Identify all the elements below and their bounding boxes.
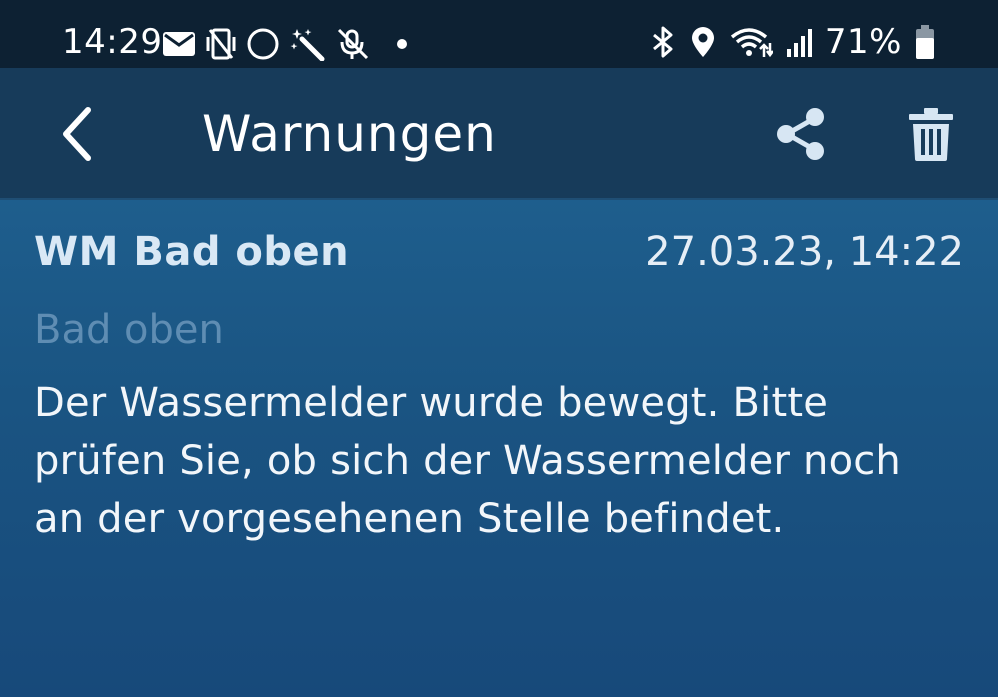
share-icon xyxy=(773,106,829,162)
wifi-icon xyxy=(729,25,773,59)
share-button[interactable] xyxy=(766,98,836,170)
circle-icon xyxy=(246,27,280,61)
warnings-list: WM Bad oben 27.03.23, 14:22 Bad oben Der… xyxy=(0,200,998,697)
warning-message: Der Wassermelder wurde bewegt. Bitte prü… xyxy=(34,380,901,542)
status-time: 14:29 xyxy=(62,22,163,62)
battery-icon xyxy=(914,24,936,60)
warning-room: Bad oben xyxy=(34,307,224,353)
bluetooth-icon xyxy=(649,25,677,59)
page-title: Warnungen xyxy=(202,105,497,163)
magic-wand-icon xyxy=(290,27,326,61)
status-system-icons: 71% xyxy=(649,20,936,64)
warning-timestamp: 27.03.23, 14:22 xyxy=(645,229,964,275)
dot-icon xyxy=(380,27,414,61)
mute-icon xyxy=(336,27,370,61)
screen: 14:29 71% Warnungen WM Bad oben 27.03.23… xyxy=(0,0,998,697)
chevron-left-icon xyxy=(56,104,96,164)
status-bar: 14:29 71% xyxy=(0,0,998,68)
app-bar: Warnungen xyxy=(0,68,998,200)
back-button[interactable] xyxy=(40,94,112,174)
trash-icon xyxy=(906,106,956,162)
delete-button[interactable] xyxy=(896,98,966,170)
vibrate-icon xyxy=(206,28,236,60)
signal-icon xyxy=(785,25,813,59)
warning-device-name: WM Bad oben xyxy=(34,229,350,275)
location-icon xyxy=(689,25,717,59)
mail-icon xyxy=(162,30,196,58)
status-notification-icons xyxy=(162,24,414,64)
warning-item[interactable]: WM Bad oben 27.03.23, 14:22 Bad oben Der… xyxy=(0,200,998,697)
battery-percentage: 71% xyxy=(824,22,902,62)
